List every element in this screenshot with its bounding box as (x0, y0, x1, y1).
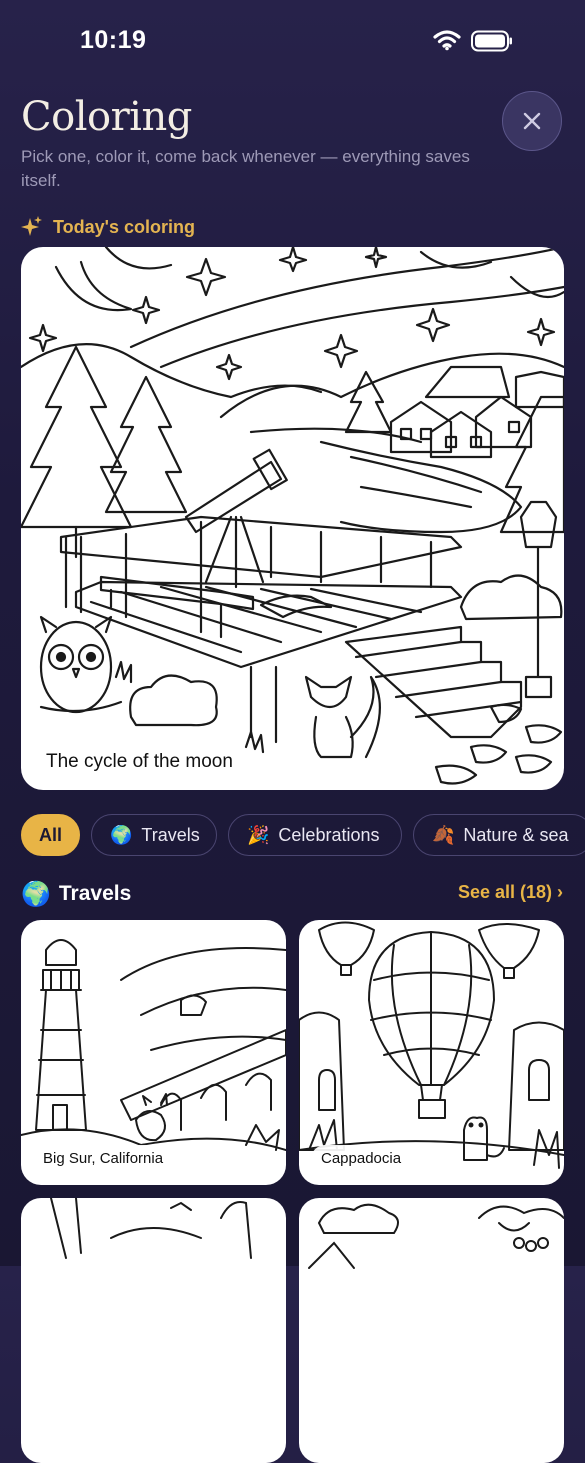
page-title: Coloring (21, 94, 192, 140)
globe-icon: 🌍 (110, 825, 133, 845)
filter-chip-label: Travels (141, 825, 200, 845)
wifi-icon (433, 30, 461, 51)
category-filter-row: All 🌍 Travels 🎉 Celebrations 🍂 Nature & … (21, 814, 585, 858)
close-icon (523, 112, 541, 130)
tile-label: Big Sur, California (33, 1145, 174, 1173)
coloring-tile-4[interactable] (299, 1198, 564, 1463)
status-time: 10:19 (80, 26, 147, 54)
tile-illustration (308, 1203, 564, 1269)
filter-chip-label: Nature & sea (463, 825, 569, 845)
today-coloring-card[interactable] (21, 247, 564, 790)
tile-label: Cappadocia (311, 1145, 412, 1173)
today-label: Today's coloring (53, 216, 195, 237)
section-title: Travels (58, 882, 132, 905)
filter-chip-label: All (38, 825, 62, 845)
globe-icon: 🌍 (21, 880, 51, 908)
sparkle-icon (21, 216, 42, 236)
page-subtitle: Pick one, color it, come back whenever —… (21, 147, 470, 190)
battery-icon (471, 30, 512, 52)
fallen-leaf-icon: 🍂 (432, 825, 455, 845)
status-bar: 10:19 (0, 0, 585, 80)
coloring-tile-cappadocia[interactable]: Cappadocia (299, 920, 564, 1185)
filter-chip-celebrations[interactable]: 🎉 Celebrations (228, 814, 402, 856)
party-popper-icon: 🎉 (247, 825, 270, 845)
today-caption: The cycle of the moon (34, 745, 245, 779)
today-header: Today's coloring (21, 214, 195, 240)
section-header-travels: 🌍 Travels (21, 878, 131, 910)
see-all-link[interactable]: See all (18) › (458, 882, 563, 903)
tile-illustration (50, 1198, 252, 1259)
coloring-tile-big-sur[interactable]: Big Sur, California (21, 920, 286, 1185)
coloring-tile-3[interactable] (21, 1198, 286, 1463)
filter-chip-label: Celebrations (278, 825, 380, 845)
filter-chip-nature-sea[interactable]: 🍂 Nature & sea (413, 814, 585, 856)
filter-chip-all[interactable]: All (21, 814, 80, 856)
hero-illustration (21, 247, 564, 785)
filter-chip-travels[interactable]: 🌍 Travels (91, 814, 217, 856)
close-button[interactable] (502, 91, 562, 151)
